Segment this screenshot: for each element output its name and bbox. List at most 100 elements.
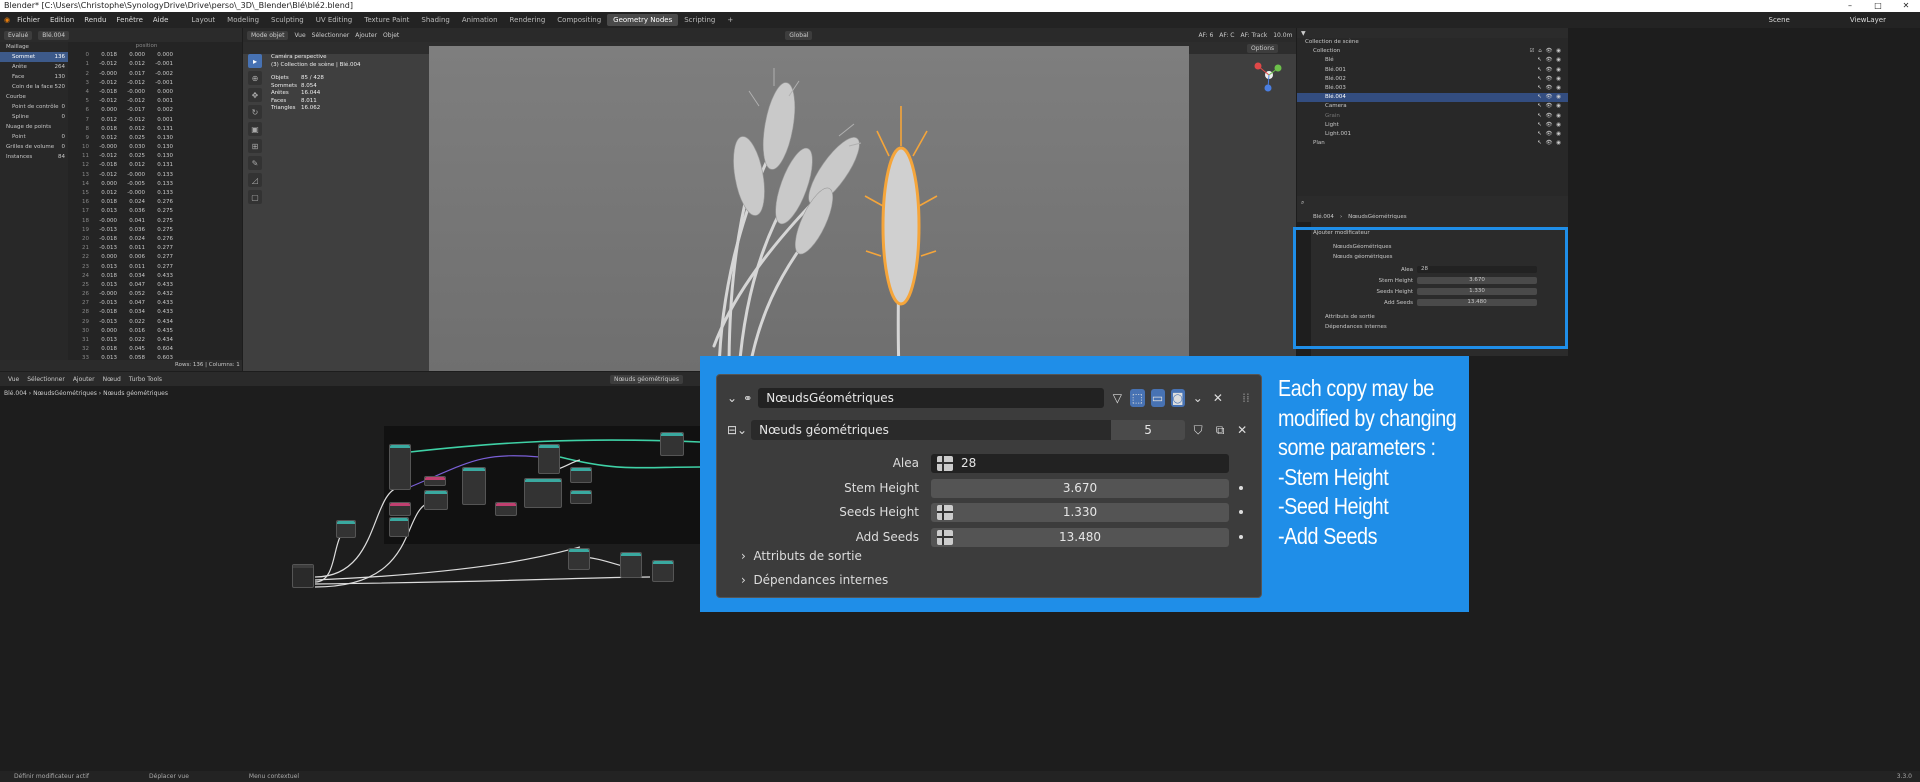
menu-objet[interactable]: Objet — [383, 32, 399, 39]
node[interactable] — [570, 467, 592, 483]
delete-modifier-icon[interactable]: ✕ — [1211, 389, 1225, 407]
blender-logo-icon[interactable]: ◉ — [4, 16, 10, 24]
scene-selector[interactable]: Scene — [1769, 16, 1790, 24]
cursor-icon[interactable]: ⊕ — [248, 71, 262, 85]
domain-item[interactable]: Grilles de volume 0 — [0, 142, 68, 152]
outliner-root[interactable]: Collection de scène — [1297, 38, 1568, 47]
node[interactable] — [424, 490, 448, 510]
search-icon[interactable]: ⌕ — [1301, 199, 1304, 207]
menu-vue[interactable]: Vue — [294, 32, 305, 39]
node-tree-icon[interactable]: ⊟⌄ — [727, 423, 747, 437]
af-label[interactable]: AF: 6 — [1198, 32, 1213, 39]
domain-item[interactable]: Face 130 — [0, 72, 68, 82]
on-cage-icon[interactable]: ▽ — [1110, 389, 1124, 407]
af-label[interactable]: AF: Track — [1241, 32, 1268, 39]
focal-label[interactable]: 10.0m — [1273, 32, 1292, 39]
panel-internal-dependencies[interactable]: › Dépendances internes — [741, 573, 888, 587]
keyframe-dot-icon[interactable] — [1239, 535, 1243, 539]
tab-animation[interactable]: Animation — [456, 14, 504, 26]
column-header[interactable]: position — [118, 42, 178, 51]
node[interactable] — [568, 548, 590, 570]
menu-fichier[interactable]: Fichier — [14, 16, 43, 24]
outliner-item[interactable]: Grain ↖ 👁 ◉ — [1297, 112, 1568, 121]
outliner-item[interactable]: Light.001 ↖ 👁 ◉ — [1297, 130, 1568, 139]
alea-field[interactable]: 28 — [931, 453, 1229, 473]
select-box-icon[interactable]: ▸ — [248, 54, 262, 68]
move-icon[interactable]: ✥ — [248, 88, 262, 102]
node[interactable] — [495, 502, 517, 516]
add-workspace-button[interactable]: + — [721, 14, 739, 26]
modifier-menu-icon[interactable]: ⌄ — [1191, 389, 1205, 407]
realtime-display-icon[interactable]: ▭ — [1150, 389, 1165, 407]
scale-icon[interactable]: ▣ — [248, 122, 262, 136]
node[interactable] — [462, 467, 486, 505]
domain-item[interactable]: Point de contrôle 0 — [0, 102, 68, 112]
keyframe-dot-icon[interactable] — [1239, 486, 1243, 490]
attribute-toggle-icon[interactable] — [937, 529, 953, 545]
tab-compositing[interactable]: Compositing — [551, 14, 607, 26]
node[interactable] — [524, 478, 562, 508]
mode-dropdown[interactable]: Mode objet — [247, 30, 289, 40]
tab-sculpting[interactable]: Sculpting — [265, 14, 310, 26]
user-count[interactable]: 5 — [1111, 420, 1186, 440]
domain-item[interactable]: Arête 264 — [0, 62, 68, 72]
menu-edition[interactable]: Edition — [47, 16, 77, 24]
menu-rendu[interactable]: Rendu — [81, 16, 109, 24]
domain-item[interactable]: Point 0 — [0, 132, 68, 142]
3d-viewport[interactable]: Mode objet Vue Sélectionner Ajouter Obje… — [243, 28, 1296, 373]
domain-item[interactable]: Instances 84 — [0, 152, 68, 162]
node[interactable] — [389, 502, 411, 516]
outliner-item[interactable]: Blé.002 ↖ 👁 ◉ — [1297, 75, 1568, 84]
duplicate-icon[interactable]: ⧉ — [1211, 421, 1229, 439]
attribute-toggle-icon[interactable] — [937, 504, 953, 520]
modifier-name-field[interactable]: NœudsGéométriques — [758, 388, 1105, 408]
node[interactable] — [660, 432, 684, 456]
tab-rendering[interactable]: Rendering — [504, 14, 552, 26]
node[interactable] — [336, 520, 356, 538]
outliner-item[interactable]: Plan ↖ 👁 ◉ — [1297, 139, 1568, 148]
node[interactable] — [620, 552, 642, 578]
attribute-toggle-icon[interactable] — [937, 455, 953, 471]
node[interactable] — [389, 444, 411, 490]
outliner-item[interactable]: Blé.001 ↖ 👁 ◉ — [1297, 66, 1568, 75]
domain-item[interactable]: Spline 0 — [0, 112, 68, 122]
navigation-gizmo[interactable] — [1252, 58, 1286, 92]
drag-handle-icon[interactable]: ⁞⁞ — [1239, 389, 1253, 407]
domain-item[interactable]: Courbe — [0, 92, 68, 102]
minimize-icon[interactable]: – — [1836, 0, 1864, 12]
spreadsheet-object[interactable]: Blé.004 — [38, 30, 70, 40]
maximize-icon[interactable]: □ — [1864, 0, 1892, 12]
edit-mode-icon[interactable]: ⬚ — [1130, 389, 1145, 407]
keyframe-dot-icon[interactable] — [1239, 510, 1243, 514]
menu-selectionner[interactable]: Sélectionner — [312, 32, 350, 39]
domain-item[interactable]: Sommet 136 — [0, 52, 68, 62]
tab-geometry-nodes[interactable]: Geometry Nodes — [607, 14, 679, 26]
rotate-icon[interactable]: ↻ — [248, 105, 262, 119]
node-group-name-field[interactable]: Nœuds géométriques — [751, 420, 1112, 440]
add-seeds-field[interactable]: 13.480 — [931, 527, 1229, 547]
options-button[interactable]: Options — [1247, 43, 1279, 53]
filter-icon[interactable]: ▼ — [1301, 30, 1306, 37]
outliner-item[interactable]: Collection ☑ ⌂ 👁 ◉ — [1297, 47, 1568, 56]
node[interactable] — [570, 490, 592, 504]
measure-icon[interactable]: ◿ — [248, 173, 262, 187]
outliner-item[interactable]: Blé.004 ↖ 👁 ◉ — [1297, 93, 1568, 103]
stem-height-field[interactable]: 3.670 — [931, 478, 1229, 498]
tab-uv-editing[interactable]: UV Editing — [310, 14, 359, 26]
menu-fenetre[interactable]: Fenêtre — [113, 16, 145, 24]
domain-item[interactable]: Coin de la face 520 — [0, 82, 68, 92]
domain-item[interactable]: Maillage — [0, 42, 68, 52]
collapse-chevron-icon[interactable]: ⌄ — [727, 391, 737, 405]
outliner-item[interactable]: Blé.003 ↖ 👁 ◉ — [1297, 84, 1568, 93]
close-icon[interactable]: ✕ — [1892, 0, 1920, 12]
unlink-icon[interactable]: ✕ — [1233, 421, 1251, 439]
node[interactable] — [424, 476, 446, 486]
tab-modeling[interactable]: Modeling — [221, 14, 265, 26]
tab-scripting[interactable]: Scripting — [678, 14, 721, 26]
evaluation-mode-dropdown[interactable]: Evalué — [4, 30, 33, 40]
annotate-icon[interactable]: ✎ — [248, 156, 262, 170]
af-label[interactable]: AF: C — [1219, 32, 1234, 39]
orientation-dropdown[interactable]: Global — [785, 30, 813, 40]
add-cube-icon[interactable]: ▢ — [248, 190, 262, 204]
menu-aide[interactable]: Aide — [150, 16, 171, 24]
